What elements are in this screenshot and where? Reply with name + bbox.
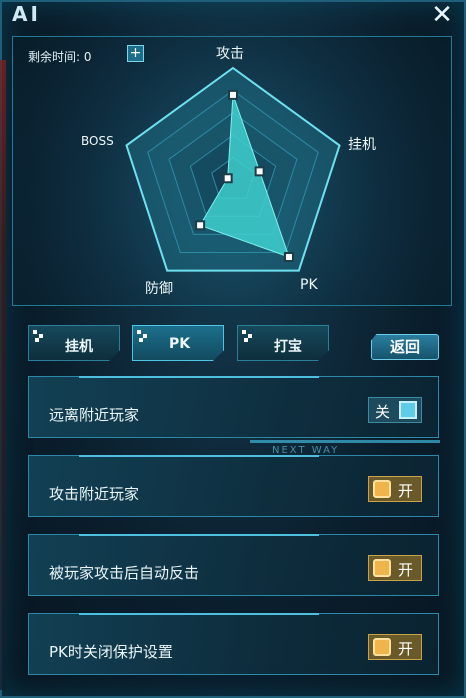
radar-point-0 bbox=[228, 89, 238, 100]
dots-icon bbox=[137, 330, 149, 342]
toggle-state-text: 开 bbox=[397, 640, 413, 658]
toggle-state-text: 开 bbox=[397, 561, 413, 579]
tab-label: 打宝 bbox=[274, 339, 302, 355]
setting-label: PK时关闭保护设置 bbox=[49, 643, 173, 661]
toggle-auto-counter[interactable]: 开 bbox=[368, 555, 422, 581]
tab-treasure[interactable]: 打宝 bbox=[237, 325, 329, 361]
axis-label-pk: PK bbox=[300, 277, 318, 293]
axis-label-idle: 挂机 bbox=[348, 137, 376, 153]
tab-idle[interactable]: 挂机 bbox=[28, 325, 120, 361]
axis-label-boss: BOSS bbox=[81, 134, 114, 148]
back-button[interactable]: 返回 bbox=[371, 334, 439, 360]
toggle-state-text: 开 bbox=[397, 482, 413, 500]
radar-point-3 bbox=[195, 220, 206, 231]
setting-row-auto-counter: 被玩家攻击后自动反击 开 bbox=[28, 534, 439, 596]
setting-row-avoid-players: 远离附近玩家 关 bbox=[28, 376, 439, 438]
add-time-button[interactable]: + bbox=[127, 45, 144, 62]
remaining-time: 剩余时间: 0 bbox=[28, 50, 92, 64]
tab-label: PK bbox=[169, 336, 191, 352]
toggle-knob bbox=[399, 401, 417, 419]
dots-icon bbox=[33, 330, 45, 342]
radar-point-4 bbox=[222, 173, 233, 184]
toggle-knob bbox=[373, 480, 391, 498]
toggle-attack-players[interactable]: 开 bbox=[368, 476, 422, 502]
axis-label-defense: 防御 bbox=[145, 281, 173, 297]
toggle-knob bbox=[373, 638, 391, 656]
radar-point-2 bbox=[283, 252, 294, 263]
setting-label: 被玩家攻击后自动反击 bbox=[49, 564, 200, 582]
toggle-pk-protection[interactable]: 开 bbox=[368, 634, 422, 660]
decorative-line bbox=[250, 440, 440, 443]
toggle-avoid-players[interactable]: 关 bbox=[368, 397, 422, 423]
dots-icon bbox=[242, 330, 254, 342]
setting-label: 攻击附近玩家 bbox=[49, 485, 140, 503]
toggle-knob bbox=[373, 559, 391, 577]
setting-row-pk-protection: PK时关闭保护设置 开 bbox=[28, 613, 439, 675]
radar-point-1 bbox=[254, 166, 265, 177]
toggle-state-text: 关 bbox=[375, 403, 391, 421]
setting-row-attack-players: 攻击附近玩家 开 bbox=[28, 455, 439, 517]
axis-label-attack: 攻击 bbox=[216, 46, 244, 62]
setting-label: 远离附近玩家 bbox=[49, 406, 140, 424]
tab-label: 挂机 bbox=[65, 339, 93, 355]
tab-pk[interactable]: PK bbox=[132, 325, 224, 361]
